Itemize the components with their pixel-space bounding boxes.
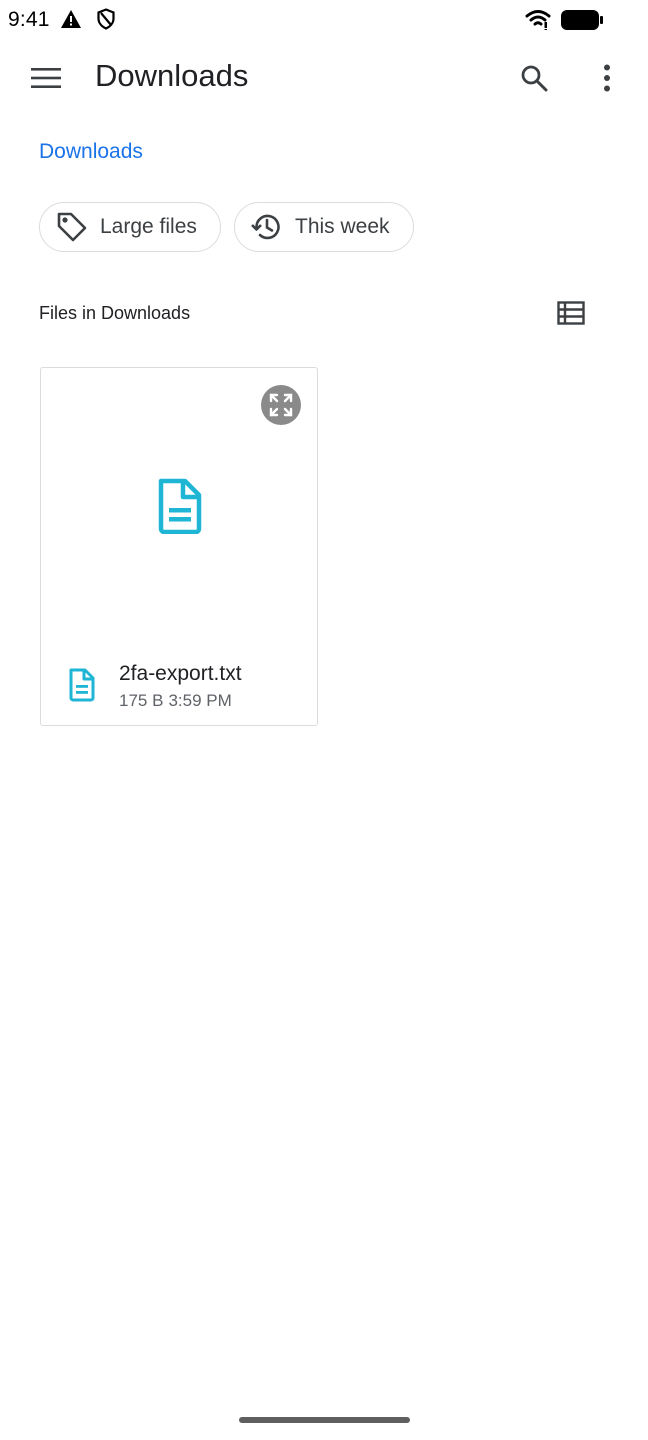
file-meta: 175 B 3:59 PM bbox=[119, 691, 232, 711]
document-preview-icon bbox=[155, 478, 203, 539]
app-bar: Downloads bbox=[0, 40, 648, 116]
status-bar: 9:41 bbox=[0, 0, 648, 40]
breadcrumb-downloads[interactable]: Downloads bbox=[39, 140, 143, 164]
menu-button[interactable] bbox=[22, 54, 70, 102]
chip-this-week[interactable]: This week bbox=[234, 202, 414, 252]
battery-icon bbox=[561, 10, 603, 30]
list-view-icon bbox=[557, 301, 585, 325]
file-size: 175 B bbox=[119, 691, 164, 710]
expand-preview-button[interactable] bbox=[261, 385, 301, 425]
status-time: 9:41 bbox=[8, 8, 50, 31]
menu-icon bbox=[31, 68, 61, 88]
page-title: Downloads bbox=[95, 58, 249, 93]
search-icon bbox=[521, 65, 548, 92]
section-title: Files in Downloads bbox=[39, 303, 191, 323]
file-card[interactable]: 2fa-export.txt 175 B 3:59 PM bbox=[40, 367, 318, 726]
view-toggle-button[interactable] bbox=[550, 292, 592, 334]
more-vert-icon bbox=[604, 64, 610, 92]
history-icon bbox=[249, 209, 285, 245]
file-name: 2fa-export.txt bbox=[119, 662, 242, 685]
chip-label: This week bbox=[295, 215, 390, 238]
document-icon bbox=[68, 668, 96, 707]
file-time: 3:59 PM bbox=[168, 691, 232, 710]
alert-icon bbox=[61, 10, 81, 28]
search-button[interactable] bbox=[510, 54, 558, 102]
gesture-nav-bar[interactable] bbox=[239, 1417, 410, 1423]
shield-icon bbox=[97, 8, 115, 30]
fullscreen-icon bbox=[269, 393, 293, 417]
chip-large-files[interactable]: Large files bbox=[39, 202, 221, 252]
chip-label: Large files bbox=[100, 215, 197, 238]
tag-icon bbox=[54, 209, 90, 245]
more-options-button[interactable] bbox=[583, 54, 631, 102]
wifi-icon bbox=[525, 10, 551, 30]
